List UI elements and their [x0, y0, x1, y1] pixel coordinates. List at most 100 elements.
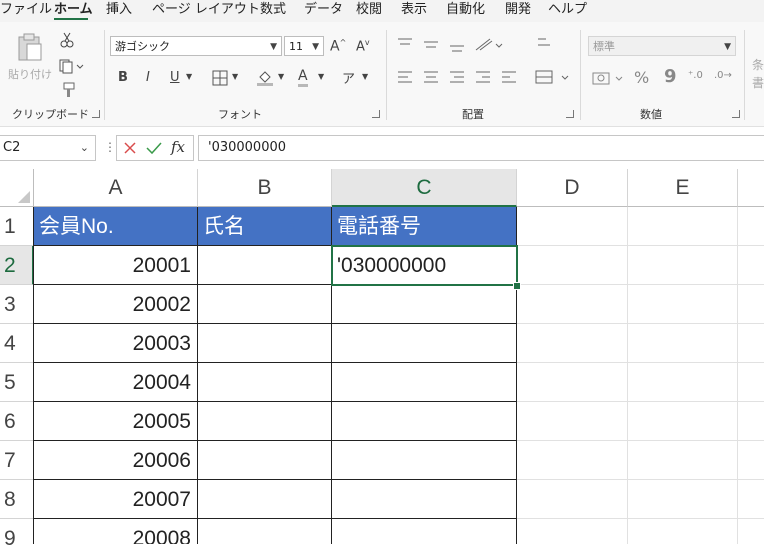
cell-f3[interactable] — [738, 285, 764, 324]
cell-e9[interactable] — [628, 519, 738, 544]
tab-insert[interactable]: 挿入 — [106, 2, 132, 18]
row-header-3[interactable]: 3 — [0, 285, 34, 324]
cell-b3[interactable] — [198, 285, 332, 324]
cell-a2[interactable]: 20001 — [34, 246, 198, 285]
decrease-font-size-icon[interactable]: Av — [356, 38, 370, 54]
font-dialog-launcher[interactable] — [372, 110, 380, 118]
cell-c3[interactable] — [332, 285, 517, 324]
cell-d8[interactable] — [517, 480, 628, 519]
cell-d1[interactable] — [517, 207, 628, 246]
cell-a7[interactable]: 20006 — [34, 441, 198, 480]
select-all-button[interactable] — [0, 169, 34, 207]
more-options-icon[interactable]: ⋮ — [104, 140, 116, 154]
tab-page-layout[interactable]: ページ レイアウト — [152, 2, 260, 18]
cell-b1[interactable]: 氏名 — [198, 207, 332, 246]
underline-button[interactable]: U — [170, 70, 180, 85]
fill-color-icon[interactable] — [256, 68, 274, 86]
alignment-dialog-launcher[interactable] — [566, 110, 574, 118]
cell-d5[interactable] — [517, 363, 628, 402]
enter-check-icon[interactable] — [145, 140, 163, 156]
font-name-dropdown[interactable]: 游ゴシック ▼ — [110, 36, 282, 56]
cell-e4[interactable] — [628, 324, 738, 363]
cell-b2[interactable] — [198, 246, 332, 285]
column-header-d[interactable]: D — [517, 169, 628, 207]
paste-button[interactable]: 貼り付け — [8, 32, 52, 90]
tab-data[interactable]: データ — [304, 2, 343, 18]
cell-c7[interactable] — [332, 441, 517, 480]
increase-decimal-icon[interactable]: ⁺.0 — [688, 70, 703, 81]
cell-b8[interactable] — [198, 480, 332, 519]
cell-f6[interactable] — [738, 402, 764, 441]
tab-view[interactable]: 表示 — [401, 2, 427, 18]
cell-d9[interactable] — [517, 519, 628, 544]
column-header-a[interactable]: A — [34, 169, 198, 207]
bold-button[interactable]: B — [118, 70, 128, 85]
comma-style-button[interactable]: 9 — [664, 66, 677, 87]
increase-font-size-icon[interactable]: A^ — [330, 38, 346, 55]
clipboard-dialog-launcher[interactable] — [92, 110, 100, 118]
cell-f1[interactable] — [738, 207, 764, 246]
tab-formulas[interactable]: 数式 — [260, 2, 286, 18]
formula-input[interactable]: '030000000 — [198, 135, 764, 161]
cell-e6[interactable] — [628, 402, 738, 441]
column-header-b[interactable]: B — [198, 169, 332, 207]
cell-a5[interactable]: 20004 — [34, 363, 198, 402]
cell-a8[interactable]: 20007 — [34, 480, 198, 519]
column-header-f[interactable] — [738, 169, 764, 207]
font-color-icon[interactable]: A — [298, 68, 308, 87]
cell-a1[interactable]: 会員No. — [34, 207, 198, 246]
cell-c6[interactable] — [332, 402, 517, 441]
conditional-format-label-2[interactable]: 書 — [752, 74, 764, 91]
row-header-1[interactable]: 1 — [0, 207, 34, 246]
row-header-4[interactable]: 4 — [0, 324, 34, 363]
number-format-dropdown[interactable]: 標準 ▼ — [588, 36, 736, 56]
name-box[interactable]: C2 ⌄ — [0, 135, 96, 161]
tab-help[interactable]: ヘルプ — [548, 2, 587, 18]
cell-d7[interactable] — [517, 441, 628, 480]
cell-b4[interactable] — [198, 324, 332, 363]
cell-d3[interactable] — [517, 285, 628, 324]
chevron-down-icon[interactable]: ▼ — [318, 72, 324, 81]
cell-c1[interactable]: 電話番号 — [332, 207, 517, 246]
cell-a3[interactable]: 20002 — [34, 285, 198, 324]
cell-c5[interactable] — [332, 363, 517, 402]
cancel-icon[interactable] — [122, 140, 138, 156]
chevron-down-icon[interactable]: ▼ — [186, 72, 192, 81]
cell-b5[interactable] — [198, 363, 332, 402]
row-header-2[interactable]: 2 — [0, 246, 34, 285]
row-header-9[interactable]: 9 — [0, 519, 34, 550]
phonetic-guide-icon[interactable]: ア — [342, 68, 355, 87]
cell-e3[interactable] — [628, 285, 738, 324]
cell-e2[interactable] — [628, 246, 738, 285]
cell-e7[interactable] — [628, 441, 738, 480]
tab-home[interactable]: ホーム — [54, 2, 93, 18]
number-dialog-launcher[interactable] — [732, 110, 740, 118]
vertical-alignment-icons[interactable] — [396, 36, 556, 58]
tab-review[interactable]: 校閲 — [356, 2, 382, 18]
cell-b7[interactable] — [198, 441, 332, 480]
chevron-down-icon[interactable]: ▼ — [362, 72, 368, 81]
row-header-5[interactable]: 5 — [0, 363, 34, 402]
row-header-6[interactable]: 6 — [0, 402, 34, 441]
cell-f8[interactable] — [738, 480, 764, 519]
percent-style-button[interactable]: % — [634, 68, 649, 87]
cell-e1[interactable] — [628, 207, 738, 246]
cell-f2[interactable] — [738, 246, 764, 285]
cell-f5[interactable] — [738, 363, 764, 402]
cell-a6[interactable]: 20005 — [34, 402, 198, 441]
tab-file[interactable]: ファイル — [0, 2, 52, 18]
cell-b6[interactable] — [198, 402, 332, 441]
format-painter-icon[interactable] — [60, 82, 76, 98]
fill-handle[interactable] — [513, 282, 521, 290]
borders-icon[interactable] — [212, 70, 228, 86]
italic-button[interactable]: I — [146, 70, 150, 85]
copy-icon[interactable] — [58, 58, 84, 74]
font-size-dropdown[interactable]: 11 ▼ — [284, 36, 324, 56]
chevron-down-icon[interactable]: ▼ — [278, 72, 284, 81]
row-header-8[interactable]: 8 — [0, 480, 34, 519]
horizontal-alignment-icons[interactable] — [396, 68, 576, 90]
cell-a4[interactable]: 20003 — [34, 324, 198, 363]
conditional-format-label[interactable]: 条 — [752, 56, 764, 73]
cell-d6[interactable] — [517, 402, 628, 441]
tab-developer[interactable]: 開発 — [505, 2, 531, 18]
